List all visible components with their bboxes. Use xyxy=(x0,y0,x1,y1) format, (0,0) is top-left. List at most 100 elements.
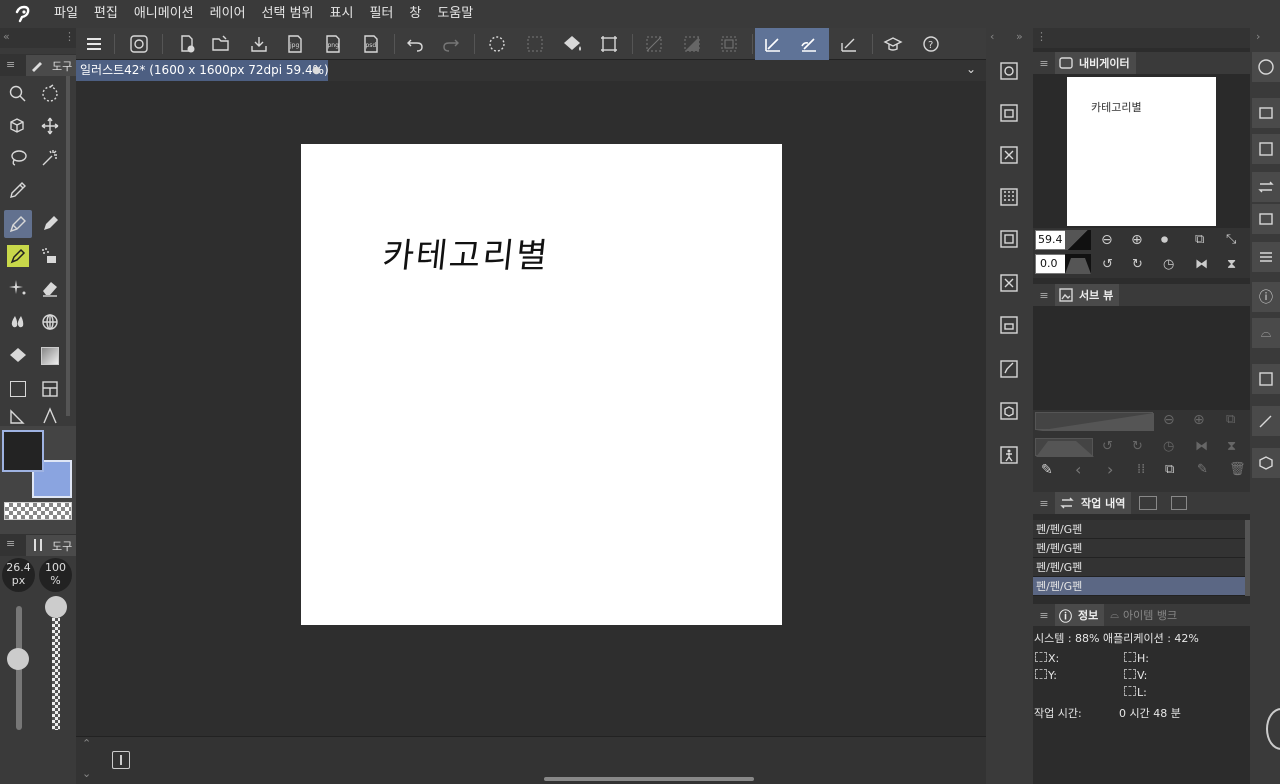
main-color-swatch[interactable] xyxy=(2,430,44,472)
animation-panel-icon[interactable] xyxy=(1252,204,1280,234)
menu-layer[interactable]: 레이어 xyxy=(202,0,254,28)
select-all-icon[interactable] xyxy=(484,31,510,57)
blend-tool[interactable] xyxy=(4,308,32,336)
eyedropper-tool[interactable] xyxy=(4,176,32,204)
drawing-canvas[interactable]: 카테고리별 xyxy=(301,144,782,625)
menu-view[interactable]: 표시 xyxy=(322,0,362,28)
text-tool[interactable] xyxy=(36,406,64,426)
panel-menu-icon[interactable]: ≡ xyxy=(1033,497,1055,510)
3d-layer-icon[interactable] xyxy=(996,398,1022,424)
auto-actions-tab-icon[interactable] xyxy=(1171,496,1188,510)
brush-size-slider-knob[interactable] xyxy=(7,648,29,670)
layer-icon[interactable] xyxy=(996,100,1022,126)
menu-hamburger-icon[interactable] xyxy=(81,31,107,57)
quick-access-wheel-icon[interactable] xyxy=(1266,708,1280,750)
frame-border-tool[interactable] xyxy=(36,375,64,403)
deselect-icon[interactable] xyxy=(522,31,548,57)
redo-icon[interactable] xyxy=(438,31,464,57)
rotate-slider[interactable] xyxy=(1065,254,1091,274)
subview-flip-v-icon[interactable]: ⧗ xyxy=(1227,439,1236,454)
chevron-up-icon[interactable]: ⌃ xyxy=(82,737,91,750)
export-psd-icon[interactable]: psd xyxy=(358,31,384,57)
crop-icon[interactable] xyxy=(596,31,622,57)
subview-zoom-in-icon[interactable]: ⊕ xyxy=(1193,412,1205,428)
panel-menu-icon[interactable]: ≡ xyxy=(6,58,15,71)
snap-special-ruler-icon[interactable] xyxy=(796,31,822,57)
layer-panel-icon[interactable] xyxy=(1252,98,1280,128)
menu-selection[interactable]: 선택 범위 xyxy=(254,0,322,28)
menu-window[interactable]: 창 xyxy=(401,0,429,28)
document-tab[interactable]: 일러스트42* (1600 x 1600px 72dpi 59.4%) ● xyxy=(76,60,329,81)
subview-flip-h-icon[interactable]: ⧓ xyxy=(1195,439,1208,454)
eraser-tool[interactable] xyxy=(36,274,64,302)
fill-tool[interactable] xyxy=(4,342,32,370)
tab-close-dot-icon[interactable]: ● xyxy=(312,60,321,81)
transform-layer-icon[interactable] xyxy=(996,270,1022,296)
info-panel-icon[interactable]: ⓘ xyxy=(1252,282,1280,312)
chevron-down-icon[interactable]: ⌄ xyxy=(966,62,976,76)
panel-menu-icon[interactable]: ≡ xyxy=(1033,609,1055,622)
pencil-tool[interactable] xyxy=(36,210,64,238)
marker-tool[interactable] xyxy=(4,242,32,270)
rotate-view-tool[interactable] xyxy=(36,80,64,108)
export-png-icon[interactable]: png xyxy=(320,31,346,57)
chevron-left-icon[interactable]: ‹ xyxy=(990,30,994,43)
fill-bucket-icon[interactable] xyxy=(559,31,585,57)
edit-layer-icon[interactable] xyxy=(996,356,1022,382)
pose-figure-icon[interactable] xyxy=(996,442,1022,468)
zoom-slider[interactable] xyxy=(1065,230,1091,250)
tutorial-cap-icon[interactable] xyxy=(880,31,906,57)
subview-eyedropper-icon[interactable]: ✎ xyxy=(1041,462,1053,478)
subview-prev-icon[interactable]: ‹ xyxy=(1075,460,1081,479)
snap-grid-icon[interactable] xyxy=(836,31,862,57)
subview-zoom-slider[interactable] xyxy=(1035,412,1154,431)
history-tab[interactable]: 작업 내역 xyxy=(1055,492,1132,514)
tone-layer-icon[interactable] xyxy=(996,184,1022,210)
clip-studio-icon[interactable] xyxy=(126,31,152,57)
item-bank-tab[interactable]: ⌓ 아이템 뱅크 xyxy=(1110,607,1177,623)
menu-animation[interactable]: 애니메이션 xyxy=(126,0,202,28)
history-item-selected[interactable]: 펜/펜/G펜 xyxy=(1033,577,1245,596)
decoration-tool[interactable] xyxy=(4,274,32,302)
fit-view-icon[interactable]: ⤡ xyxy=(1226,232,1236,247)
zoom-tool[interactable] xyxy=(4,80,32,108)
gradient-tool[interactable] xyxy=(36,342,64,370)
panel-menu-icon[interactable]: ≡ xyxy=(1033,289,1055,302)
mask-layer-icon[interactable] xyxy=(996,312,1022,338)
object-tool[interactable] xyxy=(4,112,32,140)
delete-layer-icon[interactable] xyxy=(996,142,1022,168)
animation-cels-tab-icon[interactable] xyxy=(1139,496,1158,510)
collapse-left-icon[interactable]: « xyxy=(3,30,10,43)
selection-border-icon[interactable] xyxy=(716,31,742,57)
subview-panel-icon[interactable] xyxy=(1252,364,1280,394)
balloon-tool[interactable] xyxy=(4,406,32,426)
zoom-out-icon[interactable]: ⊖ xyxy=(1101,232,1113,248)
menu-file[interactable]: 파일 xyxy=(46,0,86,28)
figure-tool[interactable] xyxy=(4,375,32,403)
menu-help[interactable]: 도움말 xyxy=(429,0,481,28)
zoom-in-icon[interactable]: ⊕ xyxy=(1131,232,1143,248)
menu-filter[interactable]: 필터 xyxy=(361,0,401,28)
3d-panel-icon[interactable] xyxy=(1252,448,1280,478)
subview-delete-icon[interactable]: 🗑 xyxy=(1229,462,1246,477)
subview-rotate-left-icon[interactable]: ↺ xyxy=(1102,439,1113,454)
subview-zoom-out-icon[interactable]: ⊖ xyxy=(1163,412,1175,428)
subview-import-icon[interactable]: ⧉ xyxy=(1165,462,1174,477)
brush-size-tab[interactable]: 도구 xyxy=(26,535,76,556)
subview-fit-icon[interactable]: ⧉ xyxy=(1226,412,1235,427)
move-tool[interactable] xyxy=(36,112,64,140)
tool-property-panel-icon[interactable] xyxy=(1252,406,1280,436)
clear-selection-icon[interactable] xyxy=(641,31,667,57)
navigator-tab[interactable]: 내비게이터 xyxy=(1055,52,1136,74)
timeline-panel-icon[interactable] xyxy=(1252,242,1280,272)
subview-tab[interactable]: 서브 뷰 xyxy=(1055,284,1120,306)
lasso-tool[interactable] xyxy=(4,144,32,172)
layer-property-icon[interactable] xyxy=(996,58,1022,84)
chevron-right-icon[interactable]: › xyxy=(1256,30,1260,43)
new-layer-icon[interactable] xyxy=(996,226,1022,252)
navigator-preview-area[interactable]: 카테고리별 xyxy=(1033,74,1250,228)
fit-to-window-icon[interactable]: ⏺ xyxy=(1161,232,1168,248)
panel-menu-icon[interactable]: ≡ xyxy=(6,537,15,550)
chevron-double-down-icon[interactable]: ⌄ xyxy=(82,767,91,780)
panel-menu-icon[interactable]: ≡ xyxy=(1033,57,1055,70)
